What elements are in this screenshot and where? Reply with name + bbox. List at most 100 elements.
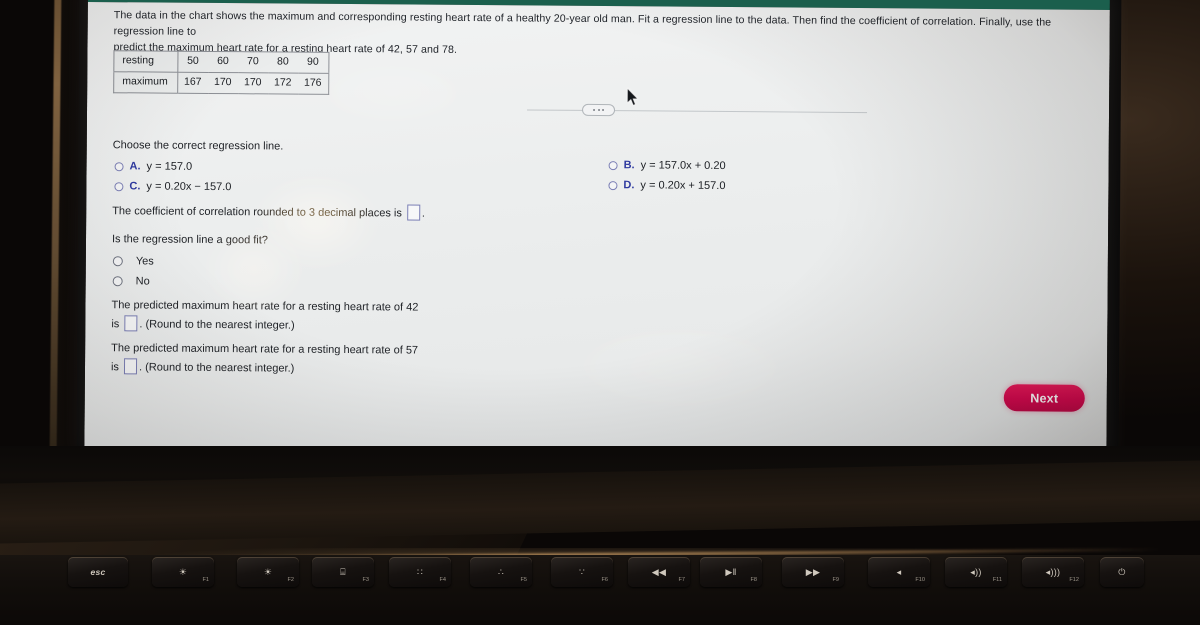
key-f3[interactable]: ⌸ F3 — [312, 557, 374, 587]
prediction-42-line1: The predicted maximum heart rate for a r… — [111, 299, 419, 314]
key-f2-glyph-icon: ☀ — [263, 566, 273, 577]
radio-button-icon[interactable] — [608, 180, 618, 190]
ellipsis-dot-icon — [602, 109, 605, 112]
option-c-equation: y = 0.20x − 157.0 — [146, 180, 232, 194]
cell-maximum-1: 170 — [213, 75, 232, 88]
key-f5[interactable]: ∴ F5 — [470, 557, 532, 587]
prompt-line-1: The data in the chart shows the maximum … — [113, 9, 1052, 38]
key-power-glyph-icon: ⏻ — [1118, 566, 1126, 577]
correlation-line: The coefficient of correlation rounded t… — [112, 202, 425, 222]
prediction-42-round-note: . (Round to the nearest integer.) — [139, 318, 295, 332]
ellipsis-dot-icon — [593, 108, 596, 111]
key-esc[interactable]: esc — [68, 557, 128, 587]
option-c-letter: C. — [129, 180, 141, 193]
key-f3-glyph-icon: ⌸ — [340, 566, 346, 577]
correlation-input[interactable] — [406, 204, 420, 221]
option-d-letter: D. — [623, 179, 635, 192]
key-f4[interactable]: ∷ F4 — [389, 557, 451, 587]
key-f11[interactable]: ◂)) F11 — [945, 557, 1007, 587]
key-f1-label: F1 — [202, 577, 209, 583]
key-f10-label: F10 — [915, 577, 925, 583]
key-f12-glyph-icon: ◂))) — [1045, 566, 1061, 577]
prediction-57-block: The predicted maximum heart rate for a r… — [111, 340, 418, 379]
key-f9-glyph-icon: ▶▶ — [805, 566, 821, 577]
key-f2[interactable]: ☀ F2 — [237, 557, 299, 587]
key-f8-glyph-icon: ▶‖ — [725, 566, 737, 577]
good-fit-label: Is the regression line a good fit? — [111, 233, 268, 247]
key-f1[interactable]: ☀ F1 — [152, 557, 214, 587]
radio-button-icon[interactable] — [608, 160, 618, 170]
cell-resting-4: 90 — [297, 52, 329, 74]
correlation-label: The coefficient of correlation rounded t… — [112, 205, 402, 220]
good-fit-no-label: No — [135, 275, 150, 288]
key-f12[interactable]: ◂))) F12 — [1022, 557, 1084, 587]
key-f2-label: F2 — [287, 577, 294, 583]
prediction-42-input[interactable] — [124, 315, 138, 332]
key-f8[interactable]: ▶‖ F8 — [700, 557, 762, 587]
key-f8-label: F8 — [750, 577, 757, 583]
key-f4-glyph-icon: ∷ — [416, 566, 424, 577]
cell-resting-3: 80 — [267, 51, 299, 73]
key-power[interactable]: ⏻ — [1100, 557, 1144, 587]
radio-button-icon[interactable] — [114, 181, 124, 192]
prediction-57-line2: is . (Round to the nearest integer.) — [111, 358, 418, 379]
cell-resting-0: 50 — [177, 51, 209, 73]
key-f12-label: F12 — [1069, 577, 1079, 583]
question-document: The data in the chart shows the maximum … — [84, 1, 1110, 461]
correlation-period: . — [421, 207, 426, 220]
cell-maximum-4: 176 — [303, 76, 322, 89]
good-fit-option-no[interactable]: No — [112, 273, 150, 290]
radio-button-icon[interactable] — [114, 161, 124, 172]
prediction-42-is-label: is — [111, 318, 120, 331]
key-f4-label: F4 — [439, 577, 446, 583]
radio-button-icon[interactable] — [112, 256, 123, 267]
laptop-photo-scene: The data in the chart shows the maximum … — [0, 0, 1200, 625]
key-f6-glyph-icon: ∵ — [578, 566, 586, 577]
cell-resting-1: 60 — [207, 51, 239, 73]
good-fit-yes-label: Yes — [135, 255, 154, 268]
key-f11-label: F11 — [992, 577, 1002, 583]
row-header-resting: resting — [113, 50, 178, 72]
screen-glare — [255, 178, 377, 266]
table-row-maximum: maximum 167 170 170 172 176 — [113, 71, 329, 93]
choose-regression-label: Choose the correct regression line. — [112, 139, 284, 153]
key-esc-glyph-icon: esc — [90, 566, 106, 577]
prediction-57-line1: The predicted maximum heart rate for a r… — [111, 342, 419, 357]
key-f5-label: F5 — [520, 577, 527, 583]
radio-button-icon[interactable] — [112, 276, 123, 287]
option-d-equation: y = 0.20x + 157.0 — [640, 179, 726, 193]
good-fit-option-yes[interactable]: Yes — [112, 253, 154, 270]
cell-maximum-0: 167 — [183, 75, 202, 88]
option-d[interactable]: D. y = 0.20x + 157.0 — [608, 177, 726, 194]
key-f5-glyph-icon: ∴ — [497, 566, 505, 577]
next-button[interactable]: Next — [1003, 384, 1085, 412]
option-c[interactable]: C. y = 0.20x − 157.0 — [114, 178, 231, 195]
key-f9-label: F9 — [832, 577, 839, 583]
key-f7[interactable]: ◀◀ F7 — [628, 557, 690, 587]
row-header-maximum: maximum — [113, 71, 178, 93]
section-divider — [527, 109, 868, 114]
cell-resting-2: 70 — [237, 51, 269, 73]
option-b-letter: B. — [623, 159, 635, 172]
prediction-57-round-note: . (Round to the nearest integer.) — [138, 361, 295, 375]
key-f9[interactable]: ▶▶ F9 — [782, 557, 844, 587]
option-a-equation: y = 157.0 — [146, 160, 193, 173]
screen-glare — [316, 63, 468, 121]
cell-maximum-3: 172 — [273, 76, 292, 89]
key-f7-glyph-icon: ◀◀ — [651, 566, 667, 577]
key-f10[interactable]: ◂ F10 — [868, 557, 930, 587]
prediction-57-is-label: is — [110, 361, 120, 374]
key-f10-glyph-icon: ◂ — [896, 566, 902, 577]
key-f6-label: F6 — [601, 577, 608, 583]
key-f6[interactable]: ∵ F6 — [551, 557, 613, 587]
prediction-42-line2: is . (Round to the nearest integer.) — [111, 315, 418, 336]
option-b-equation: y = 157.0x + 0.20 — [640, 159, 726, 173]
collapse-ellipsis-button[interactable] — [581, 103, 616, 117]
option-b[interactable]: B. y = 157.0x + 0.20 — [608, 157, 726, 174]
key-f3-label: F3 — [362, 577, 369, 583]
prediction-57-input[interactable] — [123, 358, 138, 375]
browser-viewport: The data in the chart shows the maximum … — [84, 0, 1110, 461]
table-row-resting: resting 50 60 70 80 90 — [113, 50, 329, 74]
option-a-letter: A. — [129, 160, 141, 173]
option-a[interactable]: A. y = 157.0 — [114, 158, 193, 175]
